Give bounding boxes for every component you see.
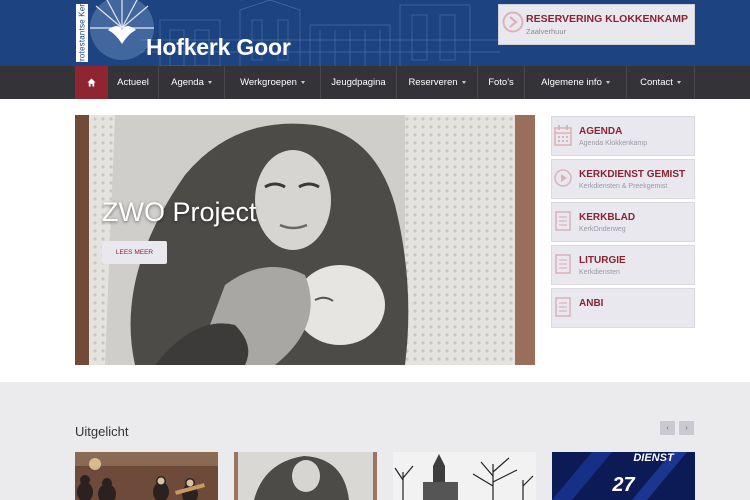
document-icon	[555, 297, 571, 317]
quicklink-title: AGENDA	[579, 126, 623, 137]
site-header: Protestantse Kerk Hofkerk Goor RESERVERI…	[0, 0, 750, 66]
nav-item-reserveren[interactable]: Reserveren	[397, 66, 478, 99]
home-icon	[86, 78, 96, 87]
dienst-date: 27 NOVEMBER	[566, 474, 682, 500]
concert-photo	[75, 452, 218, 500]
nav-item-werkgroepen[interactable]: Werkgroepen	[225, 66, 321, 99]
nav-item-algemene-info[interactable]: Algemene info	[525, 66, 627, 99]
nav-item-jeugdpagina[interactable]: Jeugdpagina	[321, 66, 397, 99]
dienst-label: DIENST	[633, 452, 674, 464]
hero-image	[75, 115, 535, 365]
arrow-right-circle-icon	[502, 11, 524, 33]
cta-subtitle: Zaalverhuur	[526, 27, 567, 36]
logo-vertical-label: Protestantse Kerk	[76, 0, 88, 66]
main-navigation: Actueel Agenda Werkgroepen Jeugdpagina R…	[0, 66, 750, 99]
nav-item-fotos[interactable]: Foto's	[478, 66, 525, 99]
document-icon	[555, 254, 571, 274]
caret-down-icon	[605, 81, 610, 84]
document-icon	[555, 211, 571, 231]
nav-item-agenda[interactable]: Agenda	[159, 66, 225, 99]
quicklink-kerkdienst-gemist[interactable]: KERKDIENST GEMIST Kerkdiensten & Preekge…	[551, 159, 695, 199]
nav-home-button[interactable]	[75, 66, 108, 99]
quicklink-subtitle: Agenda Klokkenkamp	[579, 140, 648, 147]
quicklink-title: ANBI	[579, 298, 604, 309]
featured-item-dienst[interactable]: DIENST 27 NOVEMBER	[552, 452, 695, 500]
calendar-icon	[554, 125, 572, 146]
featured-item-zwo[interactable]	[234, 452, 377, 500]
hero-title: ZWO Project	[102, 197, 257, 227]
quicklink-title: KERKBLAD	[579, 212, 636, 223]
play-icon	[554, 169, 572, 187]
church-photo	[393, 452, 536, 500]
caret-down-icon	[207, 81, 212, 84]
caret-down-icon	[461, 81, 466, 84]
nav-item-contact[interactable]: Contact	[627, 66, 695, 99]
carousel-next-button[interactable]: ›	[679, 421, 694, 435]
quicklink-subtitle: Kerkdiensten	[579, 269, 620, 276]
featured-item-church[interactable]	[393, 452, 536, 500]
featured-heading: Uitgelicht	[75, 424, 129, 439]
carousel-prev-button[interactable]: ‹	[660, 421, 675, 435]
cta-title: RESERVERING KLOKKENKAMP	[526, 13, 688, 25]
quicklink-subtitle: Kerkdiensten & Preekgemist	[579, 183, 668, 190]
featured-item-concert[interactable]	[75, 452, 218, 500]
caret-down-icon	[676, 81, 681, 84]
nav-item-actueel[interactable]: Actueel	[108, 66, 159, 99]
hero-slider[interactable]: ZWO Project LEES MEER	[75, 115, 535, 365]
quicklink-anbi[interactable]: ANBI	[551, 288, 695, 328]
read-more-button[interactable]: LEES MEER	[102, 241, 167, 264]
quicklink-liturgie[interactable]: LITURGIE Kerkdiensten	[551, 245, 695, 285]
caret-down-icon	[300, 81, 305, 84]
quicklink-subtitle: KerkOnderweg	[579, 226, 626, 233]
zwo-photo	[234, 452, 377, 500]
reservation-cta-button[interactable]: RESERVERING KLOKKENKAMP Zaalverhuur	[498, 4, 695, 45]
quicklink-title: LITURGIE	[579, 255, 626, 266]
quicklink-title: KERKDIENST GEMIST	[579, 169, 686, 180]
quicklink-agenda[interactable]: AGENDA Agenda Klokkenkamp	[551, 116, 695, 156]
quicklink-kerkblad[interactable]: KERKBLAD KerkOnderweg	[551, 202, 695, 242]
site-title[interactable]: Hofkerk Goor	[146, 34, 291, 61]
main-content: ZWO Project LEES MEER AGENDA Agenda Klok…	[0, 99, 750, 382]
